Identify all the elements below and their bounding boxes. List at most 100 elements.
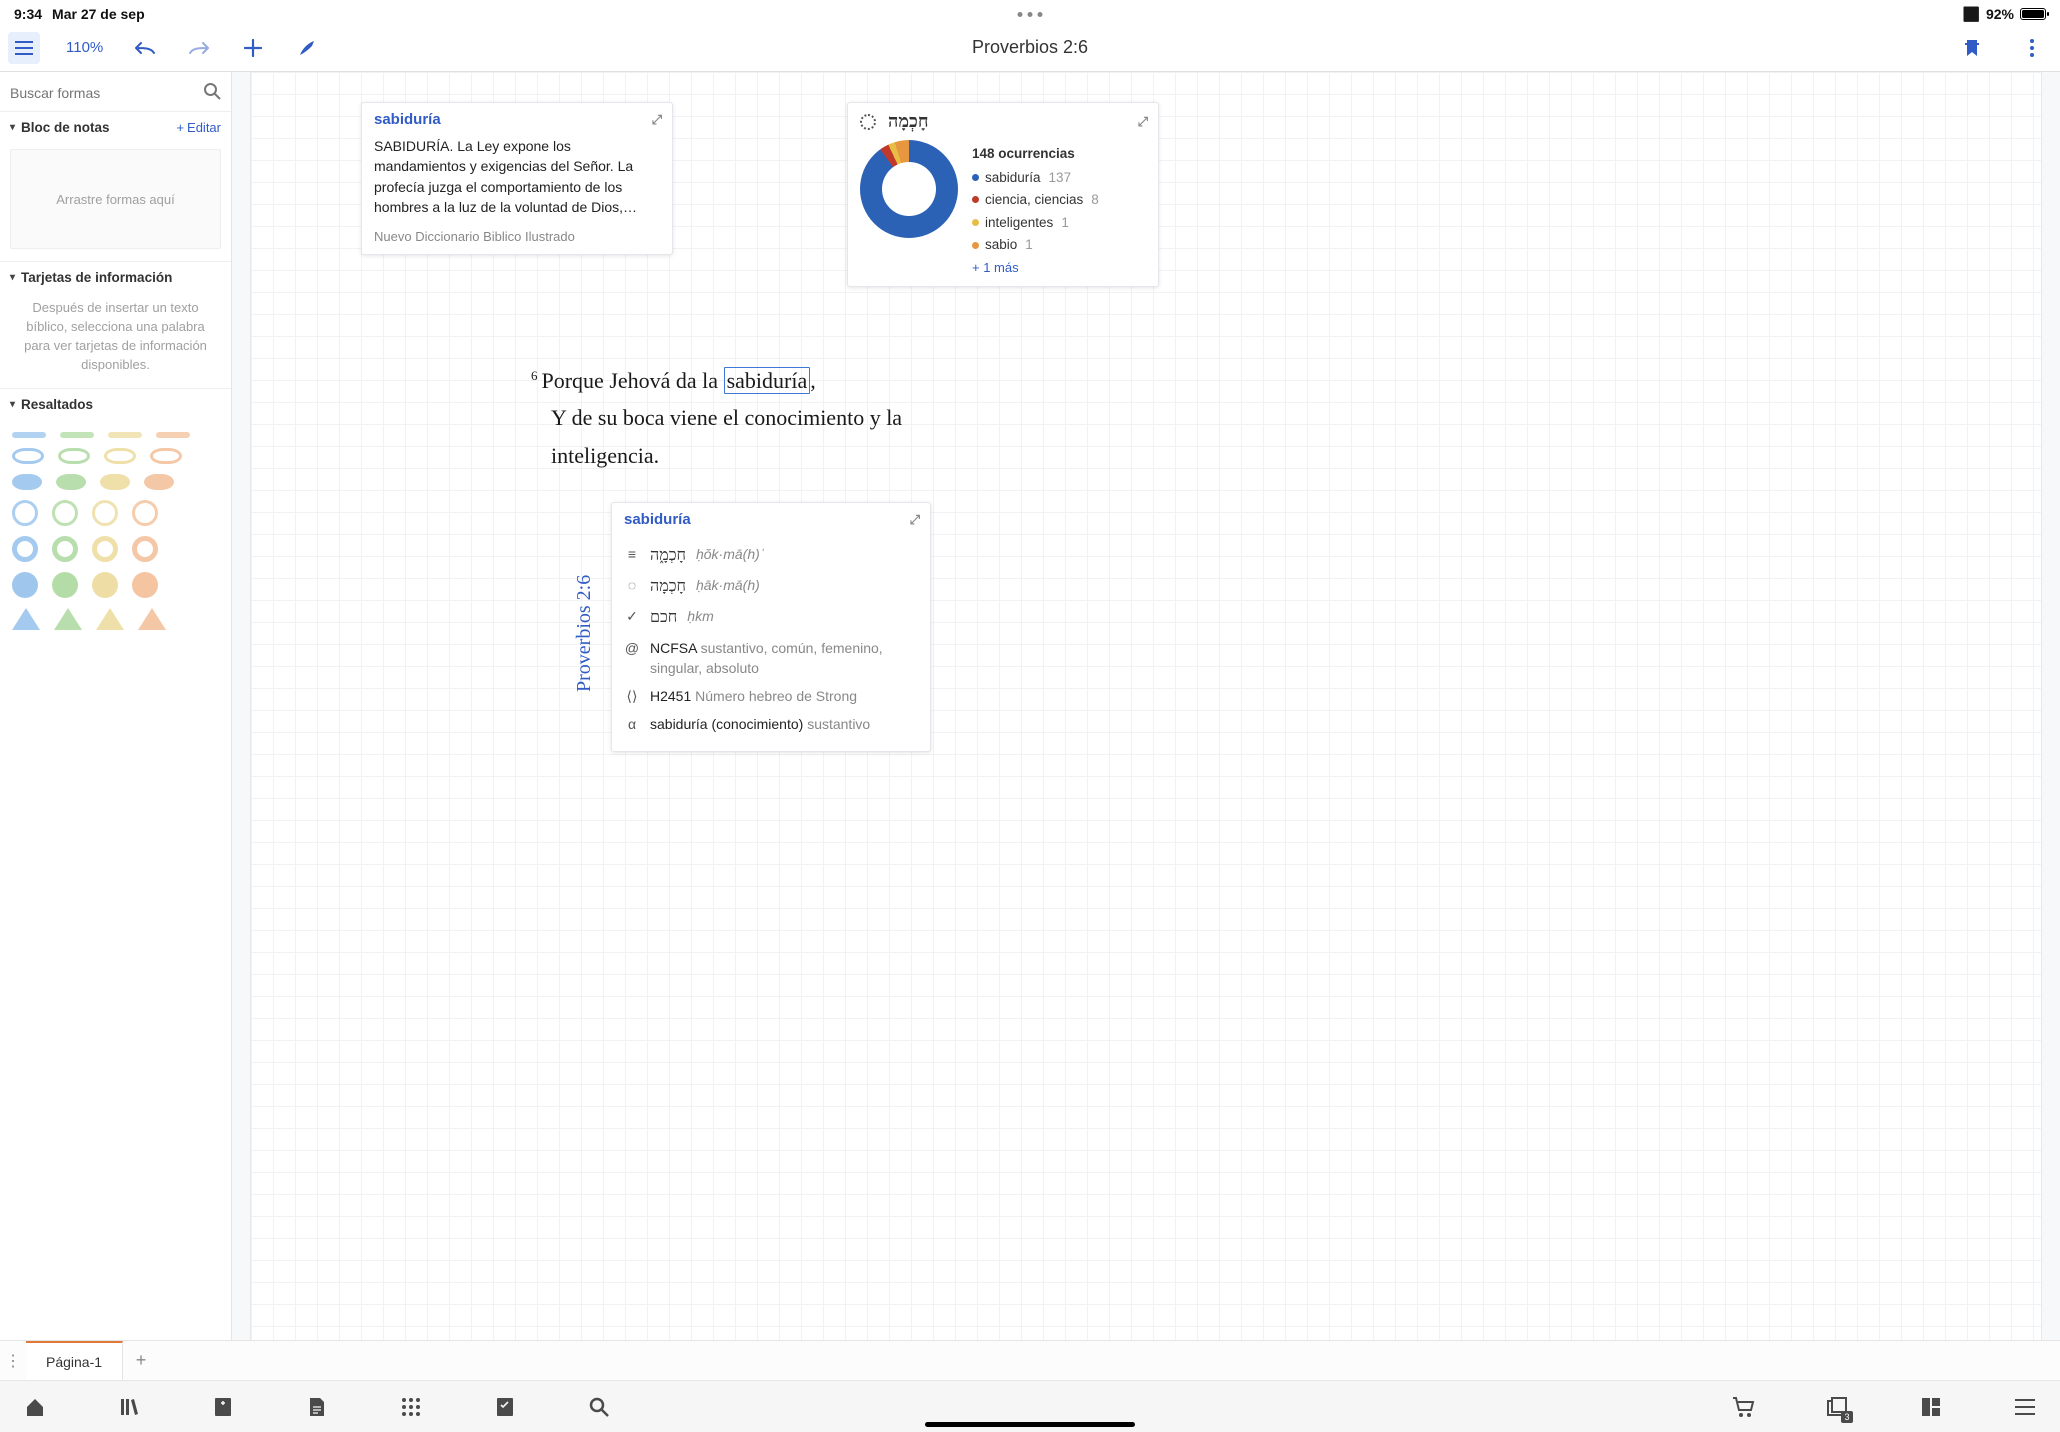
bible-icon[interactable] — [210, 1394, 236, 1420]
more-link[interactable]: + 1 más — [972, 259, 1146, 278]
strong-icon: ⟨⟩ — [624, 686, 640, 706]
swatch[interactable] — [12, 572, 38, 598]
draw-button[interactable] — [291, 32, 323, 64]
swatch[interactable] — [132, 572, 158, 598]
expand-icon[interactable]: ⤢ — [910, 512, 920, 528]
swatch[interactable] — [52, 500, 78, 526]
add-button[interactable] — [237, 32, 269, 64]
swatch[interactable] — [100, 474, 130, 490]
grid-icon[interactable] — [398, 1394, 424, 1420]
document-title[interactable]: Proverbios 2:6 — [972, 37, 1088, 58]
word-row-sense[interactable]: α sabiduría (conocimiento) sustantivo — [624, 714, 918, 734]
swatch[interactable] — [150, 448, 182, 464]
swatch[interactable] — [92, 572, 118, 598]
library-icon[interactable] — [116, 1394, 142, 1420]
zoom-level[interactable]: 110% — [62, 39, 107, 56]
section-notepad[interactable]: ▾Bloc de notas + Editar — [0, 111, 231, 143]
more-button[interactable] — [2016, 32, 2048, 64]
swatch[interactable] — [54, 608, 82, 630]
word-row-lemma[interactable]: ◌ חָכְמָה ḥāk·mā(h) — [624, 575, 918, 598]
occurrences-total: 148 ocurrencias — [972, 144, 1146, 164]
sense-icon: α — [624, 714, 640, 734]
section-infocards[interactable]: ▾ Tarjetas de información — [0, 261, 231, 293]
swatch[interactable] — [12, 448, 44, 464]
word-row-manuscript[interactable]: ≡ חָכְמָ֑ה ḥŏk·mā(h)ʾ — [624, 544, 918, 567]
word-row-morph[interactable]: @ NCFSA sustantivo, común, femenino, sin… — [624, 638, 918, 679]
card-title: sabiduría — [374, 111, 441, 128]
swatch[interactable] — [96, 608, 124, 630]
occurrence-row[interactable]: sabio1 — [972, 235, 1146, 255]
morph-icon: @ — [624, 638, 640, 658]
swatch[interactable] — [12, 474, 42, 490]
expand-icon[interactable]: ⤢ — [1138, 114, 1148, 130]
swatch[interactable] — [132, 500, 158, 526]
checklist-icon[interactable] — [492, 1394, 518, 1420]
expand-icon[interactable]: ⤢ — [652, 112, 662, 128]
swatch[interactable] — [12, 536, 38, 562]
root-icon: ✓ — [624, 606, 640, 626]
menu-nav-icon[interactable] — [2012, 1394, 2038, 1420]
chevron-down-icon: ▾ — [10, 272, 15, 283]
window-icon[interactable]: 3 — [1824, 1394, 1850, 1420]
home-indicator[interactable] — [925, 1422, 1135, 1427]
section-highlights[interactable]: ▾Resaltados — [0, 388, 231, 420]
multitask-dots[interactable] — [1018, 12, 1043, 17]
verse-line2: Y de su boca viene el conocimiento y la … — [531, 399, 991, 474]
cart-icon[interactable] — [1730, 1394, 1756, 1420]
search-input[interactable] — [10, 85, 203, 101]
occurrence-row[interactable]: inteligentes1 — [972, 213, 1146, 233]
tab-page1[interactable]: Página-1 — [26, 1341, 123, 1380]
card-wordinfo[interactable]: sabiduría ⤢ ≡ חָכְמָ֑ה ḥŏk·mā(h)ʾ ◌ חָכְ… — [611, 502, 931, 752]
swatch[interactable] — [138, 608, 166, 630]
swatch[interactable] — [92, 536, 118, 562]
window-badge: 3 — [1841, 1411, 1853, 1423]
swatch[interactable] — [60, 432, 94, 438]
swatch[interactable] — [104, 448, 136, 464]
status-bar: 9:34 Mar 27 de sep 92% — [0, 0, 2060, 26]
battery-percent: 92% — [1986, 6, 2014, 22]
swatch[interactable] — [12, 432, 46, 438]
swatch[interactable] — [92, 500, 118, 526]
verse-text[interactable]: 6Porque Jehová da la sabiduría, Y de su … — [531, 362, 991, 474]
undo-button[interactable] — [129, 32, 161, 64]
swatch[interactable] — [108, 432, 142, 438]
canvas-area[interactable]: sabiduría ⤢ SABIDURÍA. La Ley expone los… — [232, 72, 2060, 1340]
swatch[interactable] — [156, 432, 190, 438]
section-label: Tarjetas de información — [21, 270, 172, 285]
highlighted-word[interactable]: sabiduría — [724, 367, 811, 394]
word-row-strong[interactable]: ⟨⟩ H2451 Número hebreo de Strong — [624, 686, 918, 706]
card-title: sabiduría — [624, 511, 691, 528]
swatch[interactable] — [144, 474, 174, 490]
chevron-down-icon: ▾ — [10, 399, 15, 410]
bookmark-icon[interactable] — [1956, 32, 1988, 64]
home-icon[interactable] — [22, 1394, 48, 1420]
swatch[interactable] — [52, 536, 78, 562]
shapes-dropzone[interactable]: Arrastre formas aquí — [10, 149, 221, 249]
occurrence-row[interactable]: sabiduría137 — [972, 168, 1146, 188]
tabs-menu-button[interactable]: ⋮ — [0, 1341, 26, 1380]
swatch[interactable] — [132, 536, 158, 562]
search-icon[interactable] — [203, 82, 221, 103]
swatch[interactable] — [12, 500, 38, 526]
search-nav-icon[interactable] — [586, 1394, 612, 1420]
layout-icon[interactable] — [1918, 1394, 1944, 1420]
redo-button[interactable] — [183, 32, 215, 64]
card-dictionary[interactable]: sabiduría ⤢ SABIDURÍA. La Ley expone los… — [361, 102, 673, 255]
add-tab-button[interactable]: + — [123, 1341, 159, 1380]
swatch[interactable] — [52, 572, 78, 598]
word-row-root[interactable]: ✓ חכם ḥkm — [624, 606, 918, 629]
verse-reference: Proverbios 2:6 — [573, 575, 596, 692]
sidebar: ▾Bloc de notas + Editar Arrastre formas … — [0, 72, 232, 1340]
swatch[interactable] — [58, 448, 90, 464]
swatch[interactable] — [56, 474, 86, 490]
menu-button[interactable] — [8, 32, 40, 64]
document-icon[interactable] — [304, 1394, 330, 1420]
lemma-icon: ◌ — [624, 575, 640, 595]
card-source: Nuevo Diccionario Biblico Ilustrado — [362, 225, 672, 254]
card-occurrences[interactable]: חָכְמָה ⤢ 148 ocurrencias sabiduría137 c… — [847, 102, 1159, 287]
swatch[interactable] — [12, 608, 40, 630]
status-date: Mar 27 de sep — [52, 6, 145, 22]
card-title-hebrew: חָכְמָה — [888, 111, 928, 132]
occurrence-row[interactable]: ciencia, ciencias8 — [972, 190, 1146, 210]
edit-button[interactable]: + Editar — [176, 120, 221, 135]
